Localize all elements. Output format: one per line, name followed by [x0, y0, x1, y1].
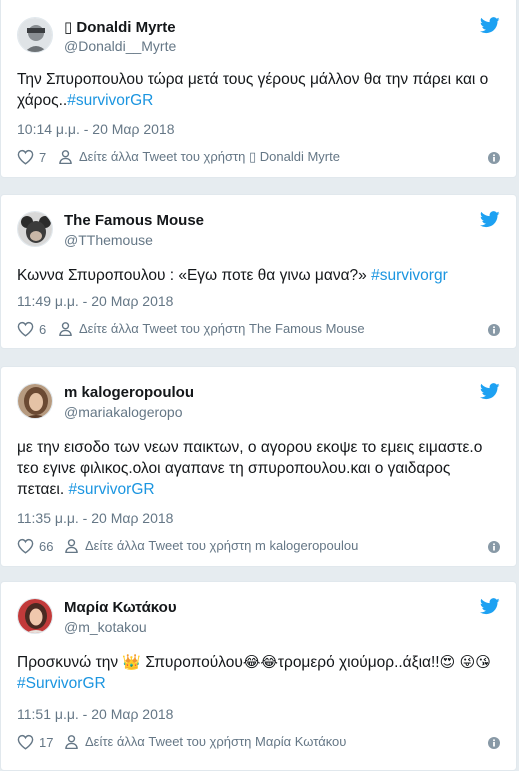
person-icon — [59, 150, 72, 164]
twitter-bird-icon[interactable] — [480, 211, 500, 228]
tweet-header: Μαρία Κωτάκου @m_kotakou — [17, 598, 500, 638]
tweet-timestamp[interactable]: 11:35 μ.μ. - 20 Μαρ 2018 — [17, 510, 173, 526]
tweet-actions: 7 Δείτε άλλα Tweet του χρήστη ▯ Donaldi … — [17, 149, 500, 169]
tweet-text: Την Σπυροπουλου τώρα μετά τους γέρους μά… — [17, 71, 489, 109]
author-name[interactable]: ▯ Donaldi Myrte — [64, 18, 176, 36]
like-count: 17 — [39, 734, 54, 750]
crown-emoji: 👑 — [122, 654, 142, 671]
hashtag-link[interactable]: #survivorGR — [67, 92, 153, 109]
twitter-bird-icon[interactable] — [480, 383, 500, 400]
tweet-card: The Famous Mouse @TThemouse Κωννα Σπυροπ… — [0, 194, 517, 349]
tweet-header: The Famous Mouse @TThemouse — [17, 211, 500, 251]
info-icon[interactable] — [488, 541, 500, 553]
author-handle[interactable]: @m_kotakou — [64, 619, 147, 635]
author-handle[interactable]: @Donaldi__Myrte — [64, 38, 176, 54]
avatar[interactable] — [17, 17, 53, 53]
person-icon — [65, 538, 78, 553]
more-tweets-label: Δείτε άλλα Tweet του χρήστη ▯ Donaldi My… — [79, 149, 340, 164]
avatar[interactable] — [17, 598, 53, 634]
tweet-actions: 66 Δείτε άλλα Tweet του χρήστη m kaloger… — [17, 538, 500, 558]
like-button[interactable]: 66 — [17, 538, 53, 554]
avatar[interactable] — [17, 383, 53, 419]
avatar[interactable] — [17, 211, 53, 247]
more-tweets-link[interactable]: Δείτε άλλα Tweet του χρήστη m kalogeropo… — [65, 538, 358, 553]
author-handle[interactable]: @mariakalogeropo — [64, 404, 183, 420]
tweet-timestamp[interactable]: 11:49 μ.μ. - 20 Μαρ 2018 — [17, 293, 173, 309]
like-count: 6 — [39, 321, 47, 337]
author-name[interactable]: Μαρία Κωτάκου — [64, 599, 177, 616]
tweet-text: με την εισοδο των νεων παικτων, ο αγορου… — [17, 439, 483, 498]
tweet-timestamp[interactable]: 10:14 μ.μ. - 20 Μαρ 2018 — [17, 121, 175, 137]
more-tweets-link[interactable]: Δείτε άλλα Tweet του χρήστη ▯ Donaldi My… — [59, 149, 340, 165]
more-tweets-label: Δείτε άλλα Tweet του χρήστη m kalogeropo… — [85, 538, 359, 553]
person-icon — [59, 321, 72, 336]
more-tweets-link[interactable]: Δείτε άλλα Tweet του χρήστη The Famous M… — [59, 321, 365, 336]
person-icon — [65, 734, 78, 749]
heart-eyes-emoji: 😍 — [439, 654, 456, 671]
more-tweets-link[interactable]: Δείτε άλλα Tweet του χρήστη Μαρία Κωτάκο… — [65, 734, 346, 749]
info-icon[interactable] — [488, 737, 500, 749]
tweet-header: ▯ Donaldi Myrte @Donaldi__Myrte — [17, 17, 500, 57]
tweet-header: m kalogeropoulou @mariakalogeropo — [17, 383, 500, 423]
like-count: 66 — [39, 538, 54, 554]
author-name[interactable]: The Famous Mouse — [64, 212, 204, 229]
tweet-card: ▯ Donaldi Myrte @Donaldi__Myrte Την Σπυρ… — [0, 0, 517, 178]
info-icon[interactable] — [488, 152, 500, 164]
hashtag-link[interactable]: #survivorGR — [68, 481, 154, 498]
author-handle[interactable]: @TThemouse — [64, 232, 153, 248]
tweet-feed: ▯ Donaldi Myrte @Donaldi__Myrte Την Σπυρ… — [0, 0, 519, 771]
tongue-kiss-emoji: 😜😘 — [459, 654, 491, 671]
tweet-actions: 6 Δείτε άλλα Tweet του χρήστη The Famous… — [17, 321, 500, 341]
hashtag-link[interactable]: #SurvivorGR — [17, 675, 106, 692]
like-count: 7 — [39, 149, 47, 165]
more-tweets-label: Δείτε άλλα Tweet του χρήστη Μαρία Κωτάκο… — [85, 734, 347, 749]
hashtag-link[interactable]: #survivorgr — [371, 267, 448, 284]
like-button[interactable]: 6 — [17, 321, 46, 337]
heart-icon — [17, 734, 34, 750]
tweet-timestamp[interactable]: 11:51 μ.μ. - 20 Μαρ 2018 — [17, 706, 173, 722]
laughing-emoji: 😂😂 — [242, 654, 278, 671]
heart-icon — [17, 321, 34, 337]
twitter-bird-icon[interactable] — [480, 17, 500, 34]
heart-icon — [17, 538, 34, 554]
like-button[interactable]: 17 — [17, 734, 53, 750]
twitter-bird-icon[interactable] — [480, 598, 500, 615]
tweet-actions: 17 Δείτε άλλα Tweet του χρήστη Μαρία Κωτ… — [17, 734, 500, 754]
tweet-text: Προσκυνώ την 👑 Σπυροπούλου😂😂τρομερό χιού… — [17, 654, 491, 692]
more-tweets-label: Δείτε άλλα Tweet του χρήστη The Famous M… — [79, 321, 365, 336]
like-button[interactable]: 7 — [17, 149, 46, 165]
tweet-card: m kalogeropoulou @mariakalogeropo με την… — [0, 366, 517, 567]
author-name[interactable]: m kalogeropoulou — [64, 384, 194, 401]
tweet-text: Κωννα Σπυροπουλου : «Εγω ποτε θα γινω μα… — [17, 267, 448, 284]
tweet-card: Μαρία Κωτάκου @m_kotakou Προσκυνώ την 👑 … — [0, 581, 517, 771]
info-icon[interactable] — [488, 324, 500, 336]
heart-icon — [17, 149, 34, 165]
